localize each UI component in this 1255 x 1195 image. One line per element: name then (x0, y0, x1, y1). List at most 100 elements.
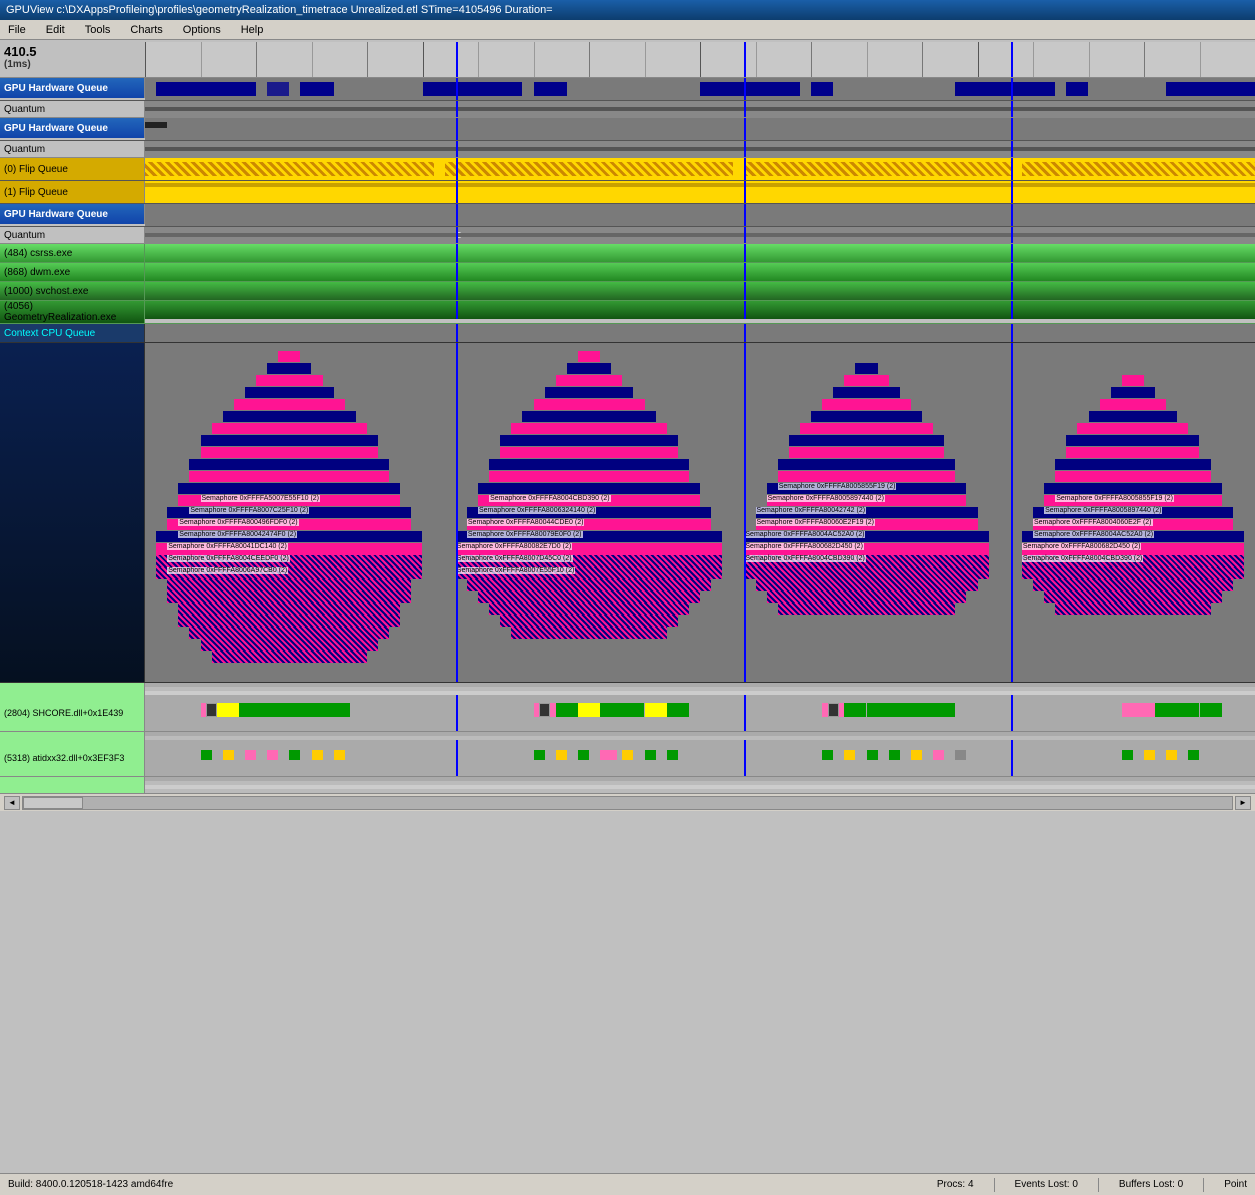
geomreal-row: (4056) GeometryRealization.exe (0, 301, 1255, 324)
atidxx-row: (5318) atidxx32.dll+0x3EF3F3 (0, 740, 1255, 777)
dwm-label: (868) dwm.exe (0, 263, 145, 281)
semaphore-label-26: Semaphore 0xFFFFA800682D450 (2) (1022, 543, 1142, 550)
gpu-hw-queue-1-label: GPU Hardware Queue (0, 78, 145, 98)
quantum-3-label: Quantum (0, 227, 145, 243)
semaphore-label-7: Semaphore 0xFFFFA8006A97CB0 (2) (167, 567, 288, 574)
menu-tools[interactable]: Tools (81, 22, 115, 38)
semaphore-label-1: Semaphore 0xFFFFA5007E55F10 (2) (201, 495, 321, 502)
csrss-row: (484) csrss.exe (0, 244, 1255, 263)
events-lost-info: Events Lost: 0 (1015, 1179, 1078, 1190)
scroll-right-btn[interactable]: ► (1235, 796, 1251, 810)
semaphore-label-19: Semaphore 0xFFFFA8004AC52A0 (2) (744, 531, 865, 538)
geomreal-content[interactable] (145, 301, 1255, 319)
gpu-hw-queue-3-label: GPU Hardware Queue (0, 204, 145, 224)
semaphore-label-21: Semaphore 0xFFFFA8004CBD390 (2) (744, 555, 865, 562)
gpu-hw-queue-1-row: GPU Hardware Queue (0, 78, 1255, 101)
menu-help[interactable]: Help (237, 22, 268, 38)
flip-queue-1-content[interactable] (145, 181, 1255, 203)
pyramid-content[interactable]: Semaphore 0xFFFFA5007E55F10 (2) Semaphor… (145, 343, 1255, 682)
svchost-label: (1000) svchost.exe (0, 282, 145, 300)
semaphore-label-23: Semaphore 0xFFFFA8005897440 (2) (1044, 507, 1162, 514)
semaphore-label-22: Semaphore 0xFFFFA8005855F19 (2) (1055, 495, 1174, 502)
semaphore-label-15: Semaphore 0xFFFFA8005855F19 (2) (778, 483, 897, 490)
quantum-3-row: Quantum (0, 227, 1255, 244)
buffers-lost-info: Buffers Lost: 0 (1119, 1179, 1183, 1190)
flip-queue-1-label: (1) Flip Queue (0, 181, 145, 203)
semaphore-label-3: Semaphore 0xFFFFA800496FDF0 (2) (178, 519, 298, 526)
semaphore-label-17: Semaphore 0xFFFFA80042742 (2) (756, 507, 867, 514)
scroll-thumb[interactable] (23, 797, 83, 809)
menu-file[interactable]: File (4, 22, 30, 38)
flip-queue-0-row: (0) Flip Queue (0, 158, 1255, 181)
shcore-row: (2804) SHCORE.dll+0x1E439 (0, 695, 1255, 732)
svchost-content[interactable] (145, 282, 1255, 300)
semaphore-label-24: Semaphore 0xFFFFA8004060E2F (2) (1033, 519, 1153, 526)
semaphore-label-12: Semaphore 0xFFFFA80082E7D0 (2) (456, 543, 572, 550)
point-info: Point (1224, 1179, 1247, 1190)
semaphore-label-5: Semaphore 0xFFFFA80041DC140 (2) (167, 543, 288, 550)
context-cpu-queue-label: Context CPU Queue (0, 324, 145, 342)
svchost-row: (1000) svchost.exe (0, 282, 1255, 301)
semaphore-label-4: Semaphore 0xFFFFA80042474F0 (2) (178, 531, 297, 538)
semaphore-label-25: Semaphore 0xFFFFA8004AC52A0 (2) (1033, 531, 1154, 538)
gpu-hw-queue-2-row: GPU Hardware Queue (0, 118, 1255, 141)
dwm-row: (868) dwm.exe (0, 263, 1255, 282)
semaphore-label-16: Semaphore 0xFFFFA8005897440 (2) (767, 495, 885, 502)
context-cpu-queue-row: Context CPU Queue (0, 324, 1255, 343)
semaphore-label-20: Semaphore 0xFFFFA800682D450 (2) (744, 543, 864, 550)
quantum-2-content[interactable] (145, 141, 1255, 157)
atidxx-content[interactable] (145, 740, 1255, 776)
gpu-hw-queue-3-row: GPU Hardware Queue (0, 204, 1255, 227)
title-bar: GPUView c:\DXAppsProfileing\profiles\geo… (0, 0, 1255, 20)
shcore-content[interactable] (145, 695, 1255, 731)
semaphore-label-2: Semaphore 0xFFFFA8007C25F10 (2) (189, 507, 309, 514)
semaphore-label-8: Semaphore 0xFFFFA8004CBD390 (2) (489, 495, 610, 502)
semaphore-label-6: Semaphore 0xFFFFA8004CEEDF0 (2) (167, 555, 290, 562)
gpu-hw-queue-3-content[interactable] (145, 204, 1255, 226)
menu-edit[interactable]: Edit (42, 22, 69, 38)
menu-bar: File Edit Tools Charts Options Help (0, 20, 1255, 40)
main-area: 410.5 (1ms) (0, 40, 1255, 1160)
flip-queue-0-content[interactable] (145, 158, 1255, 180)
geomreal-label: (4056) GeometryRealization.exe (0, 301, 145, 323)
procs-info: Procs: 4 (937, 1179, 974, 1190)
status-bar: Build: 8400.0.120518-1423 amd64fre Procs… (0, 1173, 1255, 1195)
semaphore-label-11: Semaphore 0xFFFFA80079E0F0 (2) (467, 531, 583, 538)
ruler: 410.5 (1ms) (0, 40, 1255, 78)
quantum-3-content[interactable] (145, 227, 1255, 243)
title-text: GPUView c:\DXAppsProfileing\profiles\geo… (6, 4, 553, 16)
semaphore-label-13: Semaphore 0xFFFFA8007D45C0 (2) (456, 555, 573, 562)
menu-charts[interactable]: Charts (126, 22, 166, 38)
context-cpu-queue-content[interactable] (145, 324, 1255, 342)
gpu-hw-queue-1-content[interactable] (145, 78, 1255, 100)
gpu-hw-queue-2-content[interactable] (145, 118, 1255, 140)
semaphore-label-10: Semaphore 0xFFFFA80044CDE0 (2) (467, 519, 585, 526)
flip-queue-0-label: (0) Flip Queue (0, 158, 145, 180)
atidxx-label: (5318) atidxx32.dll+0x3EF3F3 (0, 740, 145, 776)
quantum-2-row: Quantum (0, 141, 1255, 158)
quantum-1-row: Quantum (0, 101, 1255, 118)
dwm-content[interactable] (145, 263, 1255, 281)
shcore-label: (2804) SHCORE.dll+0x1E439 (0, 695, 145, 731)
quantum-2-label: Quantum (0, 141, 145, 157)
semaphore-label-9: Semaphore 0xFFFFA8006324140 (2) (478, 507, 596, 514)
scroll-left-btn[interactable]: ◄ (4, 796, 20, 810)
csrss-content[interactable] (145, 244, 1255, 262)
ruler-value: 410.5 (4, 44, 141, 59)
flip-queue-1-row: (1) Flip Queue (0, 181, 1255, 204)
build-info: Build: 8400.0.120518-1423 amd64fre (8, 1179, 173, 1190)
pyramid-area: Semaphore 0xFFFFA5007E55F10 (2) Semaphor… (0, 343, 1255, 683)
scroll-track[interactable] (22, 796, 1233, 810)
quantum-1-content[interactable] (145, 101, 1255, 117)
quantum-1-label: Quantum (0, 101, 145, 117)
menu-options[interactable]: Options (179, 22, 225, 38)
ruler-ticks (145, 42, 1255, 77)
scrollbar-area: ◄ ► (0, 793, 1255, 811)
semaphore-label-14: Semaphore 0xFFFFA8007E55F10 (2) (456, 567, 576, 574)
csrss-label: (484) csrss.exe (0, 244, 145, 262)
ruler-unit: (1ms) (4, 59, 141, 70)
semaphore-label-18: Semaphore 0xFFFFA80060E2F19 (2) (756, 519, 876, 526)
ruler-label: 410.5 (1ms) (0, 42, 145, 72)
semaphore-label-27: Semaphore 0xFFFFA8004CBD390 (2) (1022, 555, 1143, 562)
gpu-hw-queue-2-label: GPU Hardware Queue (0, 118, 145, 138)
